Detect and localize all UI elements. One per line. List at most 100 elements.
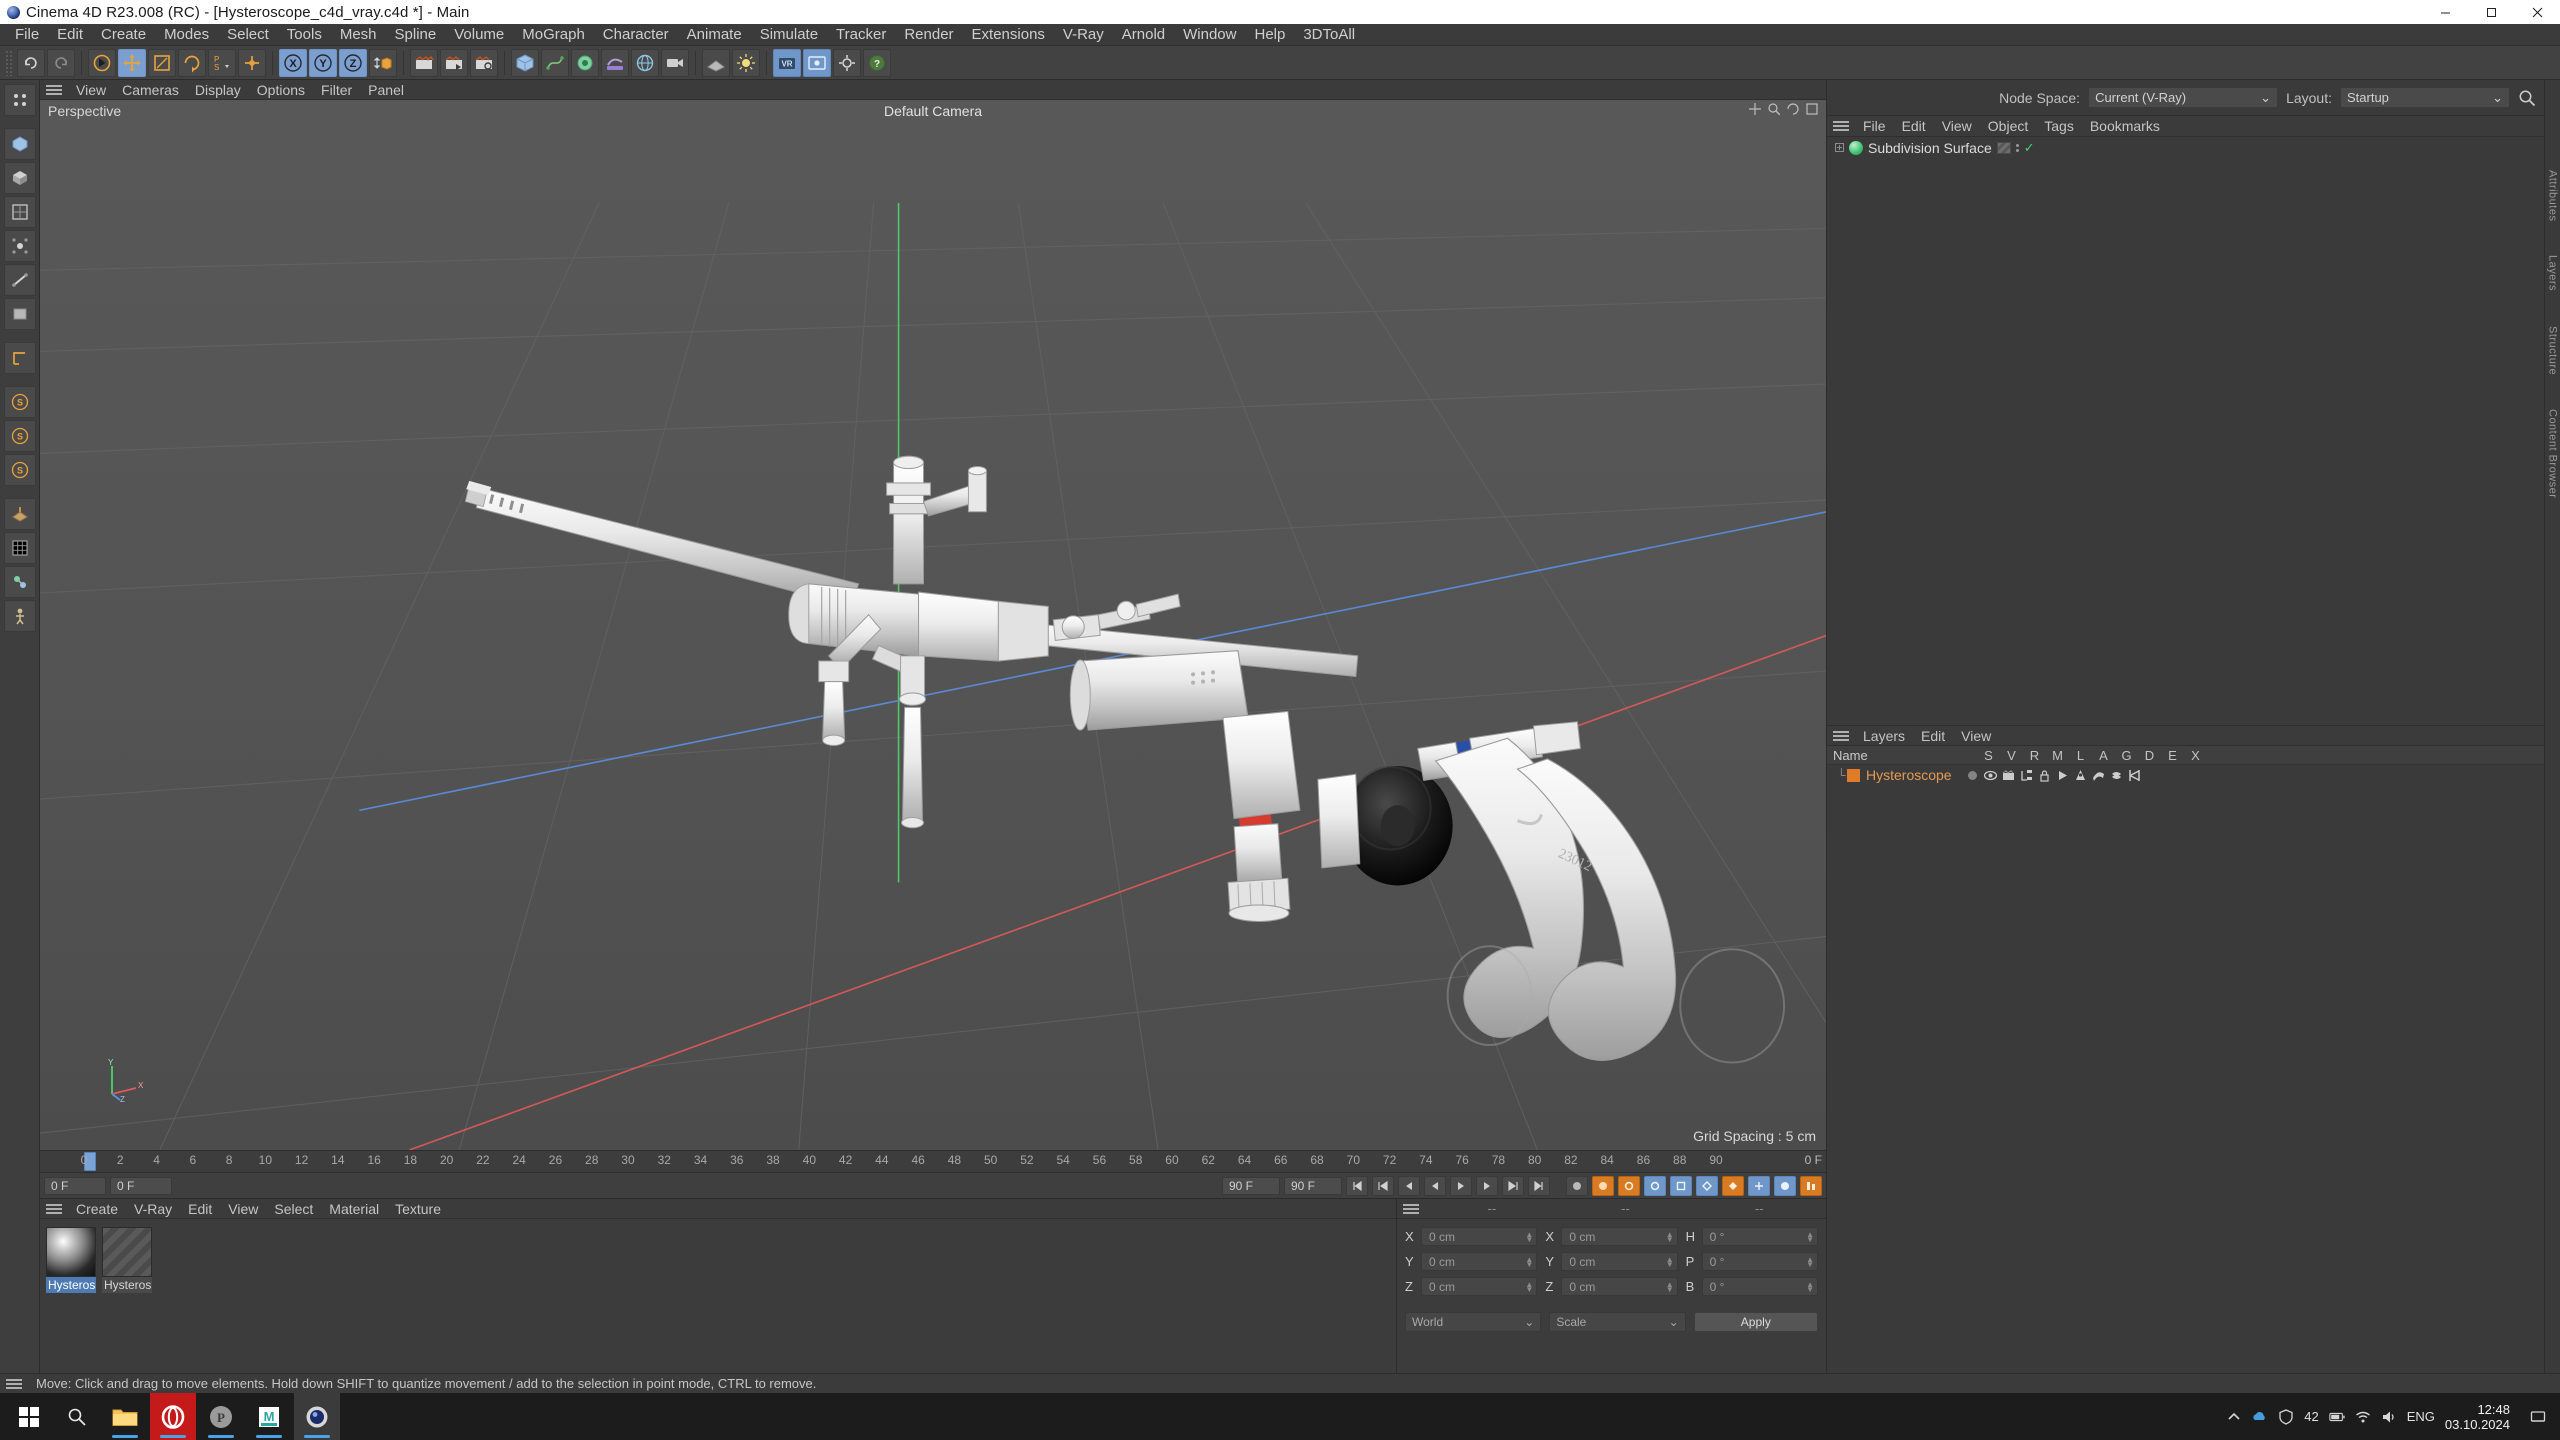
material-menu-texture[interactable]: Texture [387,1199,449,1219]
object-manager-menu-icon[interactable] [1833,121,1849,131]
menu-arnold[interactable]: Arnold [1113,24,1174,46]
add-deformer-button[interactable] [601,48,629,77]
viewport-move-icon[interactable] [1749,103,1761,115]
material-item[interactable]: Hysteros [46,1227,96,1293]
lock-z-axis-button[interactable]: Z [339,48,367,77]
maximize-button[interactable] [2468,0,2514,24]
viewport-menu-filter[interactable]: Filter [313,80,360,100]
layers-col-d[interactable]: D [2138,748,2161,763]
chevron-down-icon[interactable]: ⌄ [2260,90,2271,106]
menu-modes[interactable]: Modes [155,24,218,46]
tool-workplane[interactable] [3,498,36,530]
rail-layers-tab[interactable]: Layers [2547,255,2559,291]
vray-render-button[interactable]: VR [773,48,801,77]
taskbar-clock[interactable]: 12:48 03.10.2024 [2445,1402,2520,1432]
close-button[interactable] [2514,0,2560,24]
layers-col-l[interactable]: L [2069,748,2092,763]
layout-select[interactable]: Startup ⌄ [2340,87,2510,108]
material-menu-vray[interactable]: V-Ray [126,1199,180,1219]
tool-texture-mode[interactable] [3,196,36,228]
rotation-p-input[interactable]: 0 ° ▲ ▼ [1701,1252,1818,1271]
add-environment-button[interactable] [631,48,659,77]
animation-icon[interactable] [2056,769,2069,782]
previous-frame-button[interactable] [1398,1175,1420,1196]
material-list[interactable]: Hysteros Hysteros [40,1219,1396,1373]
world-axis-tool[interactable] [238,48,266,77]
tool-axis-lock[interactable] [3,342,36,374]
layer-color-swatch[interactable] [1847,768,1860,782]
size-x-input[interactable]: 0 cm ▲ ▼ [1561,1227,1678,1246]
go-to-end-button[interactable] [1528,1175,1550,1196]
position-x-input[interactable]: 0 cm ▲ ▼ [1421,1227,1538,1246]
volume-icon[interactable] [2381,1409,2397,1425]
record-rotation-button[interactable] [1644,1175,1666,1196]
stepper-icon[interactable]: ▲ ▼ [1806,1255,1814,1268]
tool-make-editable[interactable] [3,128,36,160]
layers-col-m[interactable]: M [2046,748,2069,763]
position-z-input[interactable]: 0 cm ▲ ▼ [1421,1277,1538,1296]
material-menu-edit[interactable]: Edit [180,1199,220,1219]
tray-language[interactable]: ENG [2407,1409,2435,1424]
autokey-toggle[interactable] [1566,1175,1588,1196]
eye-icon[interactable] [1983,769,1997,782]
layers-col-a[interactable]: A [2092,748,2115,763]
expand-toggle-icon[interactable] [1835,143,1844,152]
layer-row[interactable]: └ Hysteroscope [1827,765,2544,785]
size-y-input[interactable]: 0 cm ▲ ▼ [1561,1252,1678,1271]
layers-col-r[interactable]: R [2023,748,2046,763]
rotation-h-input[interactable]: 0 ° ▲ ▼ [1701,1227,1818,1246]
previous-key-button[interactable] [1372,1175,1394,1196]
layers-col-v[interactable]: V [2000,748,2023,763]
viewport-menu-options[interactable]: Options [249,80,313,100]
add-cube-button[interactable] [511,48,539,77]
move-tool[interactable] [118,48,146,77]
layers-menu-icon[interactable] [1833,730,1849,741]
material-menu-view[interactable]: View [220,1199,266,1219]
play-button[interactable] [1450,1175,1472,1196]
undo-button[interactable] [17,48,45,77]
menu-spline[interactable]: Spline [386,24,446,46]
stepper-icon[interactable]: ▲ ▼ [1525,1255,1533,1268]
material-preview-thumbnail[interactable] [46,1227,96,1277]
cinema4d-app-button[interactable] [294,1393,340,1440]
object-axis-toggle[interactable] [369,48,397,77]
viewport-3d[interactable]: C C [40,100,1826,1150]
menu-extensions[interactable]: Extensions [963,24,1054,46]
material-menu-icon[interactable] [46,1203,62,1214]
tool-snap-s3[interactable]: S [3,454,36,486]
viewport-maximize-icon[interactable] [1806,103,1818,115]
toolbar-grip[interactable] [5,49,13,76]
project-end-field[interactable]: 90 F [1284,1176,1342,1195]
object-manager-tree[interactable]: Subdivision Surface ✓ [1827,137,2544,725]
menu-file[interactable]: File [6,24,48,46]
viewport-menu-icon[interactable] [46,84,62,95]
record-button[interactable] [1592,1175,1614,1196]
add-camera-button[interactable] [661,48,689,77]
menu-simulate[interactable]: Simulate [751,24,827,46]
menu-vray[interactable]: V-Ray [1054,24,1113,46]
render-settings-button[interactable] [470,48,498,77]
wifi-icon[interactable] [2355,1409,2371,1425]
live-selection-tool[interactable] [88,48,116,77]
tool-character-rig[interactable] [3,600,36,632]
tray-chevron-up-icon[interactable] [2226,1409,2242,1425]
help-question-button[interactable]: ? [863,48,891,77]
enabled-check-icon[interactable]: ✓ [2024,140,2035,156]
layers-menu-view[interactable]: View [1953,726,1999,746]
minimize-button[interactable] [2422,0,2468,24]
chevron-down-icon[interactable]: ⌄ [1669,1315,1679,1329]
menu-3dtoall[interactable]: 3DToAll [1294,24,1364,46]
menu-render[interactable]: Render [895,24,962,46]
notifications-icon[interactable] [2530,1409,2546,1425]
scale-tool[interactable] [148,48,176,77]
position-y-input[interactable]: 0 cm ▲ ▼ [1421,1252,1538,1271]
ps-dropdown-button[interactable]: PS [208,48,236,77]
onedrive-icon[interactable] [2252,1409,2268,1425]
lock-icon[interactable] [2038,769,2051,782]
menu-tools[interactable]: Tools [278,24,331,46]
stepper-icon[interactable]: ▲ ▼ [1666,1230,1674,1243]
play-reverse-button[interactable] [1424,1175,1446,1196]
redo-button[interactable] [47,48,75,77]
shield-icon[interactable] [2278,1408,2294,1425]
render-icon[interactable] [2002,769,2015,782]
